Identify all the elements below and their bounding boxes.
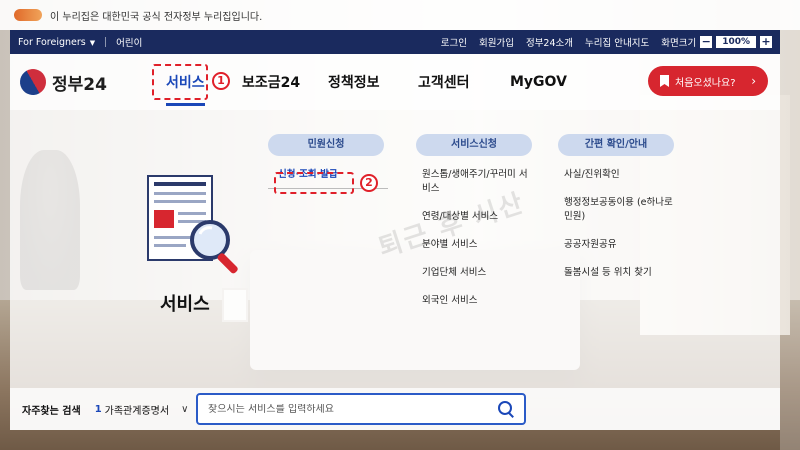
link-admin-info-sharing[interactable]: 행정정보공동이용 (e하나로민원) — [564, 196, 678, 224]
chevron-down-icon[interactable]: ∨ — [181, 404, 188, 415]
gov-notice-text: 이 누리집은 대한민국 공식 전자정부 누리집입니다. — [50, 11, 263, 23]
kids-link[interactable]: 어린이 — [116, 35, 142, 49]
gov-notice-bar: 이 누리집은 대한민국 공식 전자정부 누리집입니다. — [0, 0, 800, 30]
about-link[interactable]: 정부24소개 — [526, 35, 573, 49]
logo-text: 정부24 — [52, 74, 107, 95]
site-logo[interactable]: 정부24 — [15, 64, 107, 100]
annotation-box-1 — [152, 64, 208, 100]
nav-policy-info[interactable]: 정책정보 — [328, 72, 380, 92]
utility-bar: For Foreigners ▼ 어린이 로그인 회원가입 정부24소개 누리집 … — [10, 30, 780, 54]
search-bar: 자주찾는 검색 1 가족관계증명서 ∨ — [10, 388, 780, 430]
zoom-label: 화면크기 — [661, 38, 697, 49]
column-quick-check: 간편 확인/안내 사실/진위확인 행정정보공동이용 (e하나로민원) 공공자원공… — [558, 134, 678, 294]
gov-mark-icon — [14, 9, 42, 21]
search-icon[interactable] — [498, 401, 514, 417]
divider — [105, 37, 107, 47]
nav-customer-center[interactable]: 고객센터 — [418, 72, 470, 92]
bookmark-icon — [660, 75, 669, 87]
frequent-search-rank: 1 — [94, 403, 102, 415]
column-head-service-apply: 서비스신청 — [416, 134, 532, 156]
login-link[interactable]: 로그인 — [441, 35, 467, 49]
search-field — [196, 393, 526, 425]
caret-down-icon: ▼ — [89, 38, 96, 47]
site-header: 정부24 서비스 보조금24 정책정보 고객센터 MyGOV 1 처음오셨나요?… — [10, 54, 780, 110]
taegeuk-logo-icon — [15, 64, 51, 100]
link-care-facility[interactable]: 돌봄시설 등 위치 찾기 — [564, 266, 678, 280]
annotation-box-2 — [274, 172, 354, 194]
nav-subsidy24[interactable]: 보조금24 — [242, 72, 300, 92]
document-magnifier-icon — [147, 175, 238, 274]
link-foreigner[interactable]: 외국인 서비스 — [422, 294, 536, 308]
sitemap-link[interactable]: 누리집 안내지도 — [585, 35, 649, 49]
annotation-step-2: 2 — [360, 174, 378, 192]
first-visit-button[interactable]: 처음오셨나요? › — [648, 66, 768, 96]
annotation-step-1: 1 — [212, 72, 230, 90]
zoom-control: 화면크기 − 100% + — [661, 35, 772, 49]
zoom-out-button[interactable]: − — [700, 36, 713, 48]
link-business-group[interactable]: 기업단체 서비스 — [422, 266, 536, 280]
link-fact-verification[interactable]: 사실/진위확인 — [564, 168, 678, 182]
frequent-search-term[interactable]: 가족관계증명서 — [105, 402, 169, 417]
nav-mygov[interactable]: MyGOV — [510, 74, 567, 90]
column-head-civil-petition: 민원신청 — [268, 134, 384, 156]
first-visit-label: 처음오셨나요? — [675, 77, 736, 89]
zoom-value: 100% — [716, 36, 756, 48]
signup-link[interactable]: 회원가입 — [479, 35, 514, 49]
zoom-in-button[interactable]: + — [760, 36, 772, 48]
for-foreigners-link[interactable]: For Foreigners ▼ — [18, 37, 95, 48]
right-edge-overlay — [780, 0, 800, 450]
panel-title: 서비스 — [160, 294, 210, 315]
link-public-resource[interactable]: 공공자원공유 — [564, 238, 678, 252]
column-head-quick-check: 간편 확인/안내 — [558, 134, 674, 156]
frequent-search-label: 자주찾는 검색 — [22, 405, 81, 417]
search-input[interactable] — [208, 403, 478, 415]
chevron-right-icon: › — [751, 74, 756, 88]
